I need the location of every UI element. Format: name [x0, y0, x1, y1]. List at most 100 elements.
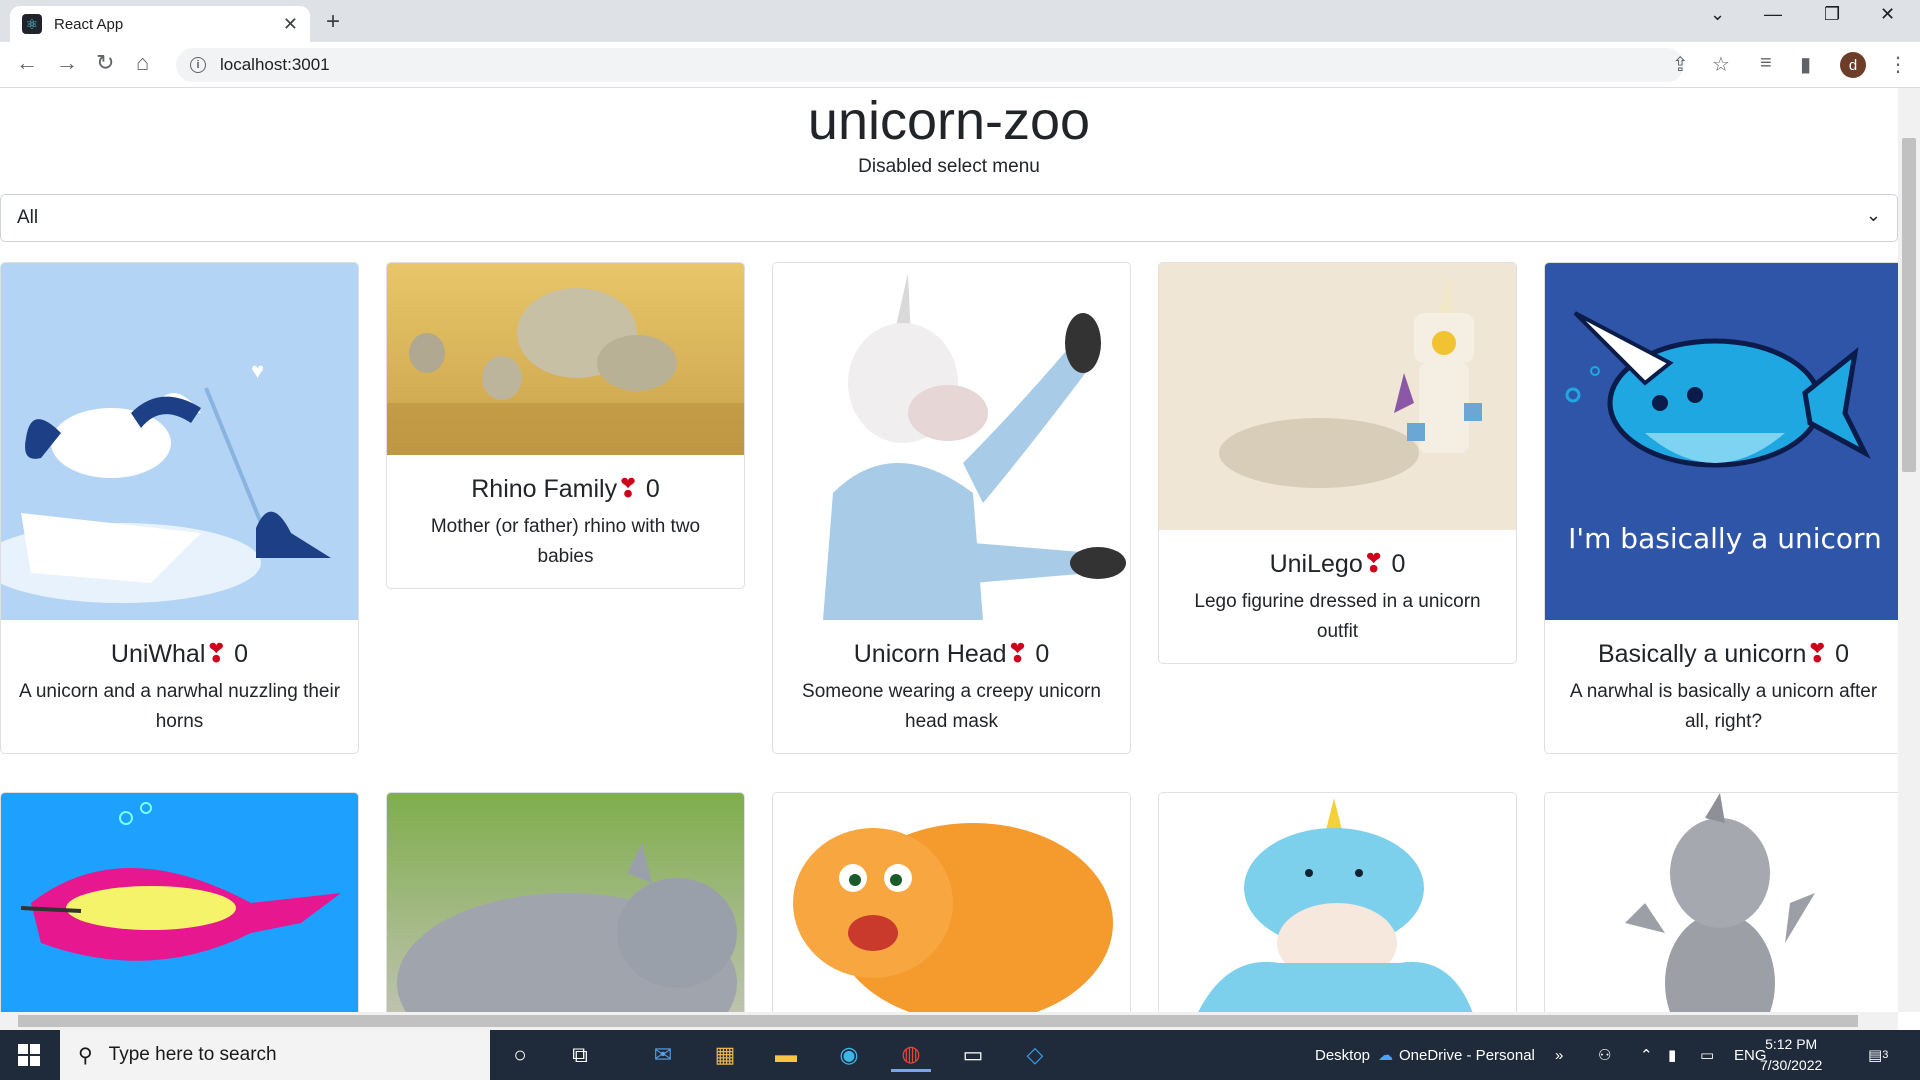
svg-text:♥: ♥	[251, 358, 264, 383]
edge-icon[interactable]: ◉	[829, 1038, 869, 1072]
desktop-toolbar[interactable]: Desktop	[1315, 1030, 1370, 1080]
home-button[interactable]: ⌂	[136, 50, 149, 76]
heart-icon[interactable]: ❣	[1007, 638, 1029, 668]
file-explorer-icon[interactable]: ▬	[766, 1038, 806, 1072]
chevron-right-icon[interactable]: »	[1555, 1030, 1563, 1080]
store-icon[interactable]: ▦	[705, 1038, 745, 1072]
card-image	[387, 793, 744, 1012]
reload-button[interactable]: ↻	[96, 50, 114, 76]
new-tab-button[interactable]: +	[326, 8, 340, 36]
card-row2-1[interactable]	[0, 792, 359, 1012]
card-title: Rhino Family	[471, 475, 618, 503]
terminal-icon[interactable]: ▭	[953, 1038, 993, 1072]
notification-button[interactable]: ▤ 3	[1868, 1030, 1888, 1080]
mail-icon[interactable]: ✉	[643, 1038, 683, 1072]
side-panel-icon[interactable]: ▮	[1800, 52, 1811, 77]
card-image: ♥	[1, 263, 358, 620]
react-icon: ⚛	[22, 14, 42, 34]
search-icon: ⚲	[78, 1044, 93, 1067]
card-image	[387, 263, 744, 455]
image-caption: I'm basically a unicorn	[1568, 522, 1882, 555]
card-image: I'm basically a unicorn	[1545, 263, 1898, 620]
search-placeholder: Type here to search	[108, 1044, 277, 1065]
reading-list-icon[interactable]: ≡	[1760, 52, 1772, 75]
address-bar[interactable]: i localhost:3001	[176, 48, 1684, 82]
taskbar: ⚲ Type here to search ○ ⧉ ✉ ▦ ▬ ◉ ◍ ▭ ◇ …	[0, 1030, 1920, 1080]
card-rhino-family[interactable]: Rhino Family❣ 0 Mother (or father) rhino…	[386, 262, 745, 589]
card-row2-2[interactable]	[386, 792, 745, 1012]
card-image	[1, 793, 358, 1012]
card-image	[773, 793, 1130, 1012]
card-image	[1545, 793, 1898, 1012]
close-icon[interactable]: ✕	[283, 14, 298, 35]
onedrive-tray[interactable]: ☁ OneDrive - Personal	[1378, 1030, 1535, 1080]
people-icon[interactable]: ⚇	[1598, 1030, 1611, 1080]
windows-start-icon[interactable]	[18, 1044, 40, 1066]
card-title: Unicorn Head	[853, 640, 1007, 668]
chevron-down-icon[interactable]: ⌄	[1710, 4, 1725, 25]
back-button[interactable]: ←	[16, 50, 38, 76]
scrollbar-thumb[interactable]	[1902, 138, 1916, 472]
avatar[interactable]: d	[1840, 52, 1866, 78]
clock-time: 5:12 PM	[1765, 1036, 1818, 1052]
cortana-icon[interactable]: ○	[500, 1038, 540, 1072]
vscode-icon[interactable]: ◇	[1015, 1038, 1055, 1072]
card-row2-3[interactable]	[772, 792, 1131, 1012]
card-basically-a-unicorn[interactable]: I'm basically a unicorn Basically a unic…	[1544, 262, 1898, 754]
chevron-up-icon[interactable]: ⌃	[1640, 1030, 1653, 1080]
tab-title: React App	[54, 15, 124, 33]
browser-toolbar: ← → ↻ ⌂ i localhost:3001 ⇪ ☆ ≡ ▮ d ⋮	[0, 42, 1920, 88]
minimize-button[interactable]: —	[1764, 4, 1782, 25]
task-view-icon[interactable]: ⧉	[560, 1038, 600, 1072]
card-description: Lego figurine dressed in a unicorn outfi…	[1194, 591, 1481, 642]
battery-icon[interactable]: ▭	[1700, 1030, 1714, 1080]
filter-select[interactable]: All ⌄	[0, 194, 1898, 242]
page-title: unicorn-zoo	[807, 91, 1091, 151]
chevron-down-icon: ⌄	[1865, 205, 1881, 225]
card-unicorn-head[interactable]: Unicorn Head❣ 0 Someone wearing a creepy…	[772, 262, 1131, 754]
card-title: UniLego	[1269, 550, 1363, 578]
page-subtitle: Disabled select menu	[858, 156, 1040, 177]
clock[interactable]: 5:12 PM 7/30/2022	[1760, 1034, 1822, 1076]
notification-icon: ▤	[1868, 1047, 1883, 1064]
card-row2-5[interactable]	[1544, 792, 1898, 1012]
card-image	[1159, 793, 1516, 1012]
heart-icon[interactable]: ❣	[617, 473, 639, 503]
card-description: Mother (or father) rhino with two babies	[430, 516, 701, 567]
vertical-scrollbar[interactable]	[1898, 88, 1920, 1012]
chrome-icon[interactable]: ◍	[891, 1038, 931, 1072]
forward-button[interactable]: →	[56, 50, 78, 76]
desktop-label: Desktop	[1315, 1046, 1371, 1064]
info-icon[interactable]: i	[190, 57, 206, 73]
card-image	[773, 263, 1130, 620]
star-icon[interactable]: ☆	[1712, 52, 1730, 77]
card-image	[1159, 263, 1516, 530]
heart-icon[interactable]: ❣	[205, 638, 227, 668]
card-unilego[interactable]: UniLego❣ 0 Lego figurine dressed in a un…	[1158, 262, 1517, 664]
cloud-icon: ☁	[1378, 1047, 1393, 1064]
close-window-button[interactable]: ✕	[1880, 4, 1895, 25]
vote-count: 0	[645, 475, 660, 503]
card-title: UniWhal	[110, 640, 206, 668]
card-description: A narwhal is basically a unicorn after a…	[1569, 681, 1878, 732]
heart-icon[interactable]: ❣	[1806, 638, 1828, 668]
restore-button[interactable]: ❐	[1824, 4, 1840, 25]
select-value: All	[17, 207, 39, 228]
page-content: unicorn-zoo Disabled select menu All ⌄ ♥…	[0, 88, 1898, 1012]
taskbar-search[interactable]: ⚲ Type here to search	[60, 1030, 490, 1080]
heart-icon[interactable]: ❣	[1363, 548, 1385, 578]
microphone-icon[interactable]: ▮	[1668, 1030, 1676, 1080]
browser-tab[interactable]: ⚛ React App ✕	[10, 6, 310, 42]
share-icon[interactable]: ⇪	[1672, 52, 1689, 77]
tab-strip: ⚛ React App ✕ + ⌄ — ❐ ✕	[0, 0, 1920, 42]
horizontal-scrollbar[interactable]	[0, 1012, 1898, 1030]
card-description: A unicorn and a narwhal nuzzling their h…	[18, 681, 341, 732]
card-uniwhal[interactable]: ♥ UniWhal❣ 0 A unicorn and a narwhal nuz…	[0, 262, 359, 754]
vote-count: 0	[1835, 640, 1850, 668]
vote-count: 0	[1391, 550, 1406, 578]
menu-icon[interactable]: ⋮	[1888, 52, 1908, 77]
scrollbar-thumb[interactable]	[18, 1015, 1858, 1027]
notification-count: 3	[1882, 1049, 1889, 1061]
card-row2-4[interactable]	[1158, 792, 1517, 1012]
url-text: localhost:3001	[220, 55, 330, 74]
